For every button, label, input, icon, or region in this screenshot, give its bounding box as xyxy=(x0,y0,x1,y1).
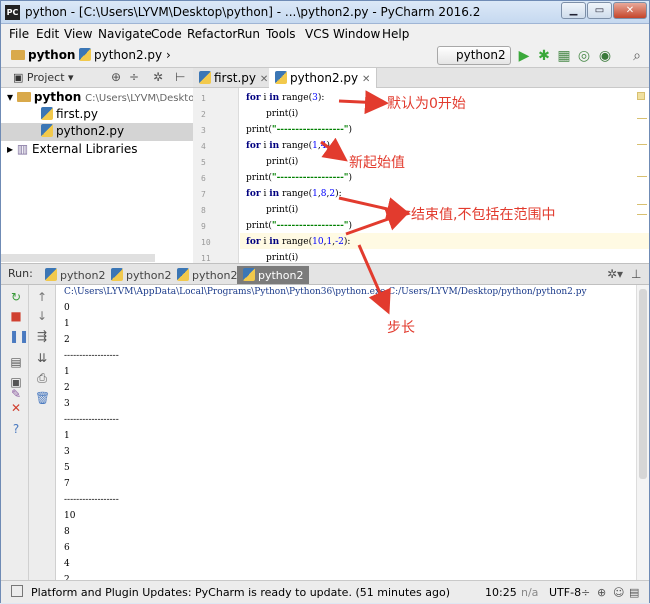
caret-position[interactable]: 10:25 xyxy=(485,586,517,599)
pycharm-window: PC python - [C:\Users\LYVM\Desktop\pytho… xyxy=(0,0,650,603)
toggle-panels-icon[interactable] xyxy=(11,585,23,597)
arrow-4 xyxy=(357,244,391,315)
status-message[interactable]: Platform and Plugin Updates: PyCharm is … xyxy=(31,586,450,599)
encoding-dropdown-icon[interactable]: ÷ xyxy=(581,586,590,599)
lock-icon[interactable]: ⊕ xyxy=(597,586,606,599)
arrow-1 xyxy=(338,90,389,115)
annotation-arrows xyxy=(320,90,411,315)
annotation-step: 步长 xyxy=(387,320,415,336)
line-separator[interactable]: n/a xyxy=(521,586,538,599)
encoding[interactable]: UTF-8 xyxy=(549,586,581,599)
annotation-end-value: 结束值,不包括在范围中 xyxy=(411,207,556,223)
inspector-icon[interactable]: ☺ xyxy=(613,586,624,599)
arrow-2 xyxy=(320,137,348,162)
arrow-3a xyxy=(338,196,411,221)
status-bar: Platform and Plugin Updates: PyCharm is … xyxy=(1,580,649,603)
annotation-new-start: 新起始值 xyxy=(349,155,405,171)
annotation-default-start: 默认为0开始 xyxy=(387,96,466,112)
arrow-3b xyxy=(345,207,411,236)
event-log-icon[interactable]: ▤ xyxy=(629,586,639,599)
